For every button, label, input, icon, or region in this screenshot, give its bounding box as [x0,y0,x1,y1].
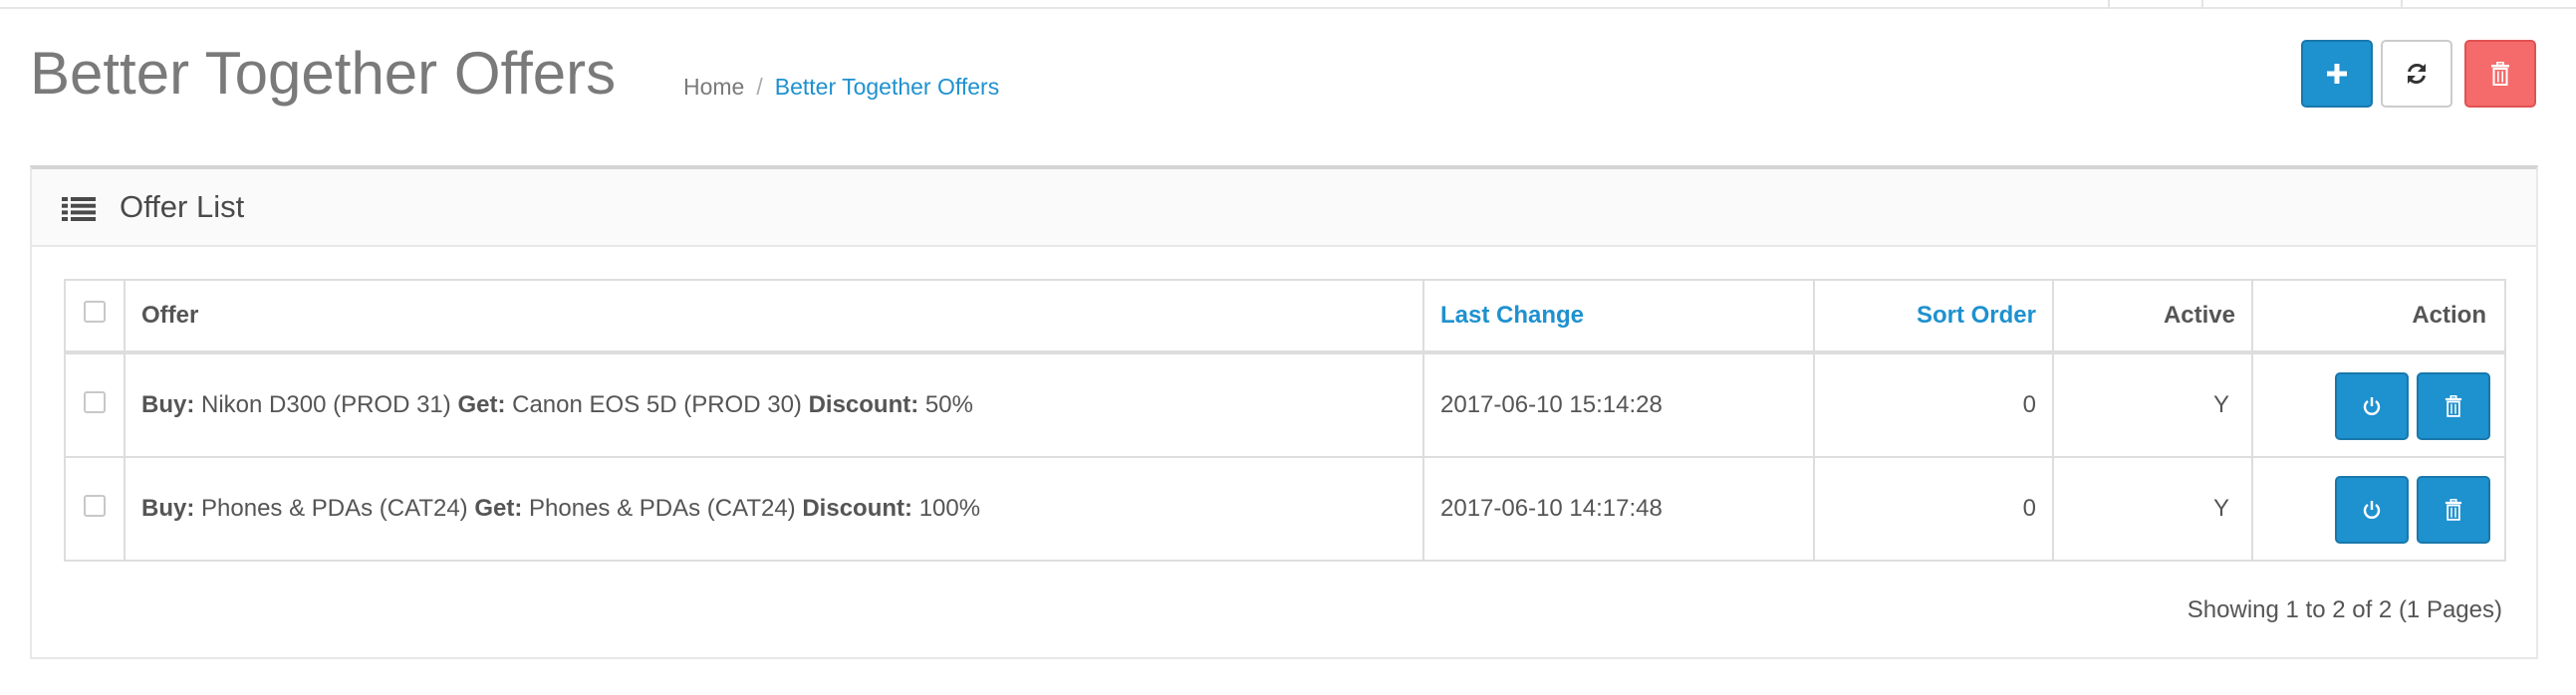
sort-order-value: 0 [2022,391,2036,418]
discount-label: Discount: [802,495,913,522]
column-divider [124,281,126,560]
last-change-value: 2017-06-10 14:17:48 [1440,495,1663,522]
plus-icon [2327,64,2347,84]
discount-value: 50% [924,391,973,418]
active-value: Y [2212,391,2229,418]
breadcrumb-divider: / [756,74,763,100]
row-checkbox[interactable] [84,495,106,517]
offer-list-panel: Offer List Offer Last Change Sort Order … [30,165,2538,659]
row-divider [66,456,2504,458]
power-icon [2363,397,2381,415]
breadcrumb-current[interactable]: Better Together Offers [775,74,999,100]
row-delete-button[interactable] [2417,372,2490,440]
navbar-divider [2201,0,2203,9]
pagination-info: Showing 1 to 2 of 2 (1 Pages) [2187,596,2502,623]
offer-table: Offer Last Change Sort Order Active Acti… [64,279,2506,562]
sort-order-value: 0 [2022,495,2036,522]
trash-icon [2445,499,2462,521]
delete-button[interactable] [2464,40,2536,108]
refresh-button[interactable] [2381,40,2452,108]
offer-description: Buy: Nikon D300 (PROD 31) Get: Canon EOS… [141,388,973,422]
power-icon [2363,501,2381,519]
discount-label: Discount: [808,391,919,418]
trash-icon [2491,62,2509,86]
last-change-value: 2017-06-10 15:14:28 [1440,391,1663,418]
panel-heading: Offer List [32,169,2536,247]
toggle-status-button[interactable] [2335,372,2409,440]
navbar-divider [2108,0,2110,9]
row-checkbox[interactable] [84,391,106,413]
header-divider [66,350,2504,354]
column-divider [1422,281,1424,560]
offer-description: Buy: Phones & PDAs (CAT24) Get: Phones &… [141,492,980,526]
navbar-divider [2401,0,2403,9]
get-label: Get: [457,391,506,418]
select-all-checkbox[interactable] [84,301,106,323]
toggle-status-button[interactable] [2335,476,2409,544]
discount-value: 100% [918,495,981,522]
get-value: Canon EOS 5D (PROD 30) [512,391,802,418]
column-header-action: Action [2412,302,2486,329]
top-navbar [0,0,2576,9]
refresh-icon [2408,63,2426,85]
get-label: Get: [474,495,523,522]
column-header-offer: Offer [141,302,199,329]
active-value: Y [2212,495,2229,522]
buy-value: Nikon D300 (PROD 31) [201,391,451,418]
breadcrumb: Home / Better Together Offers [683,70,999,104]
buy-label: Buy: [141,391,195,418]
add-button[interactable] [2301,40,2373,108]
list-icon [62,197,96,221]
column-header-last-change[interactable]: Last Change [1440,299,1584,333]
buy-value: Phones & PDAs (CAT24) [201,495,468,522]
page-title: Better Together Offers [30,40,617,107]
column-header-active: Active [2163,302,2235,329]
trash-icon [2445,395,2462,417]
breadcrumb-home[interactable]: Home [683,74,744,100]
get-value: Phones & PDAs (CAT24) [529,495,796,522]
column-header-sort-order[interactable]: Sort Order [1815,299,2036,333]
row-delete-button[interactable] [2417,476,2490,544]
panel-title: Offer List [120,189,245,224]
buy-label: Buy: [141,495,195,522]
